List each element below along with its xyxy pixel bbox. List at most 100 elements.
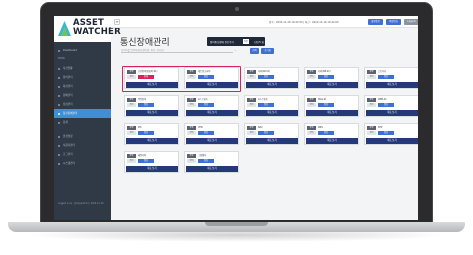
sidebar-item-label: 자산현황 — [63, 67, 73, 70]
card-status-row: 상태 정상 — [187, 159, 238, 163]
sidebar-item[interactable]: 장애관리 — [54, 91, 111, 100]
sidebar-item[interactable]: 사용자관리 — [54, 141, 111, 150]
sidebar-item[interactable]: 점검관리 — [54, 100, 111, 109]
card-status-row: 상태 정상 — [367, 103, 418, 107]
bullet-icon — [58, 144, 60, 147]
device-tag: 운영 — [307, 98, 316, 102]
bullet-icon — [58, 94, 60, 97]
sidebar-item[interactable]: 장비관리 — [54, 73, 111, 82]
card-header: 운영 WAS-01 — [307, 98, 358, 102]
status-label: 상태 — [247, 75, 256, 79]
device-card: 운영 NAC 상태 정상 재도보기 — [244, 123, 299, 145]
device-card: 운영 서버(AP-01) 상태 정상재도보기 — [244, 67, 299, 89]
sidebar-item-label: 장애관리 — [63, 94, 73, 97]
card-header: 운영 NAC — [247, 126, 298, 130]
sidebar-item[interactable]: 통신장애관리 — [54, 109, 111, 118]
card-header: 운영 서버(AP-01) — [247, 70, 298, 74]
search-input[interactable] — [121, 48, 233, 53]
card-status-row: 상태 정상 — [127, 131, 178, 135]
menu-toggle-icon[interactable]: ≡ — [114, 19, 120, 25]
top-button[interactable]: 회원정보 — [368, 19, 383, 25]
view-detail-button[interactable]: 재도보기 — [246, 138, 298, 144]
top-bar: ≡ 접속 : 2022-11-16 10:42:00 | 최근 : 2022-1… — [111, 16, 418, 28]
view-detail-button[interactable]: 재도보기 — [366, 138, 418, 144]
device-tag: 운영 — [187, 154, 196, 158]
device-name: NAC — [258, 126, 263, 129]
status-badge: 정상 — [258, 75, 274, 79]
device-name: WAS-01 — [318, 98, 327, 101]
device-card: 운영 그룹웨어 상태 정상 재도보기 — [184, 151, 239, 173]
status-badge: 정상 — [318, 103, 334, 107]
view-detail-button[interactable]: 재도보기 — [366, 82, 418, 88]
device-tag: 운영 — [127, 98, 136, 102]
sidebar-item[interactable]: 환경설정 — [54, 132, 111, 141]
status-label: 상태 — [187, 103, 196, 107]
bullet-icon — [58, 112, 60, 115]
detection-setting-label: 장비통신장애 판단주기 — [210, 40, 234, 44]
device-name: IPS — [138, 126, 142, 129]
view-detail-button[interactable]: 재도보기 — [366, 110, 418, 116]
reset-button[interactable]: 초기화 — [261, 48, 274, 54]
sidebar-item[interactable]: Dashboard — [54, 46, 111, 55]
card-status-row: 상태 정상 — [367, 75, 418, 79]
device-tag: 운영 — [307, 126, 316, 130]
device-tag: 운영 — [367, 126, 376, 130]
device-card: 운영 WAS-01 상태 정상 재도보기 — [304, 95, 359, 117]
bullet-icon — [58, 121, 60, 124]
card-header: 운영 L2 스위치 — [187, 98, 238, 102]
device-card: 운영 L4 스위치 상태 정상 재도보기 — [244, 95, 299, 117]
status-label: 상태 — [367, 75, 376, 79]
status-label: 상태 — [127, 103, 136, 107]
device-name: 백업장비 — [138, 98, 147, 101]
device-tag: 운영 — [187, 98, 196, 102]
bullet-icon — [58, 153, 60, 156]
view-detail-button[interactable]: 재도보기 — [306, 138, 358, 144]
device-name: L2 스위치 — [198, 98, 208, 101]
logo-line-2: WATCHER — [73, 27, 121, 37]
sidebar-item[interactable]: 통계 — [54, 118, 111, 127]
device-card: 운영 서버(DB-01) 상태 정상 재도보기 — [304, 67, 359, 89]
bullet-icon — [58, 76, 60, 79]
search-button[interactable]: 검색 — [250, 48, 259, 54]
status-badge: 정상 — [258, 131, 274, 135]
laptop-mockup: ASSET WATCHER MENU Dashboard 자산현황 장비관리 회선관리 장… — [0, 0, 473, 255]
device-tag: 운영 — [127, 154, 136, 158]
top-button[interactable]: 비밀번호 — [386, 19, 401, 25]
detection-interval-value[interactable]: 5분 — [243, 39, 249, 44]
view-detail-button[interactable]: 재도보기 — [246, 82, 298, 88]
view-detail-button[interactable]: 재도보기 — [186, 110, 238, 116]
top-button[interactable]: Logout — [404, 19, 418, 25]
sidebar-item[interactable]: 회선관리 — [54, 82, 111, 91]
sidebar-item-label: 점검관리 — [63, 103, 73, 106]
page-title: 통신장애관리 — [120, 38, 170, 48]
view-detail-button[interactable]: 재도보기 — [126, 138, 178, 144]
sidebar: ASSET WATCHER MENU Dashboard 자산현황 장비관리 회선관리 장… — [54, 16, 121, 220]
sidebar-item-label: 통계 — [63, 121, 68, 124]
card-status-row: 상태 정상 — [187, 103, 238, 107]
card-header: 운영 서버(DB-01) — [307, 70, 358, 74]
sidebar-item[interactable]: 자산현황 — [54, 64, 111, 73]
sidebar-item[interactable]: 시스템관리 — [54, 159, 111, 168]
device-card: 운영 백업장비 상태 정상 재도보기 — [124, 95, 179, 117]
view-detail-button[interactable]: 재도보기 — [126, 166, 178, 172]
status-badge: 정상 — [138, 131, 154, 135]
camera-icon — [235, 7, 239, 11]
view-detail-button[interactable]: 재도보기 — [126, 110, 178, 116]
status-label: 상태 — [187, 159, 196, 163]
device-tag: 운영 — [247, 126, 256, 130]
highlight-box — [122, 66, 241, 92]
search-option-chevron-icon[interactable]: ⌄ — [234, 48, 237, 52]
view-detail-button[interactable]: 재도보기 — [186, 138, 238, 144]
card-status-row: 상태 정상 — [307, 131, 358, 135]
view-detail-button[interactable]: 재도보기 — [306, 110, 358, 116]
sidebar-item[interactable]: 로그관리 — [54, 150, 111, 159]
view-detail-button[interactable]: 재도보기 — [246, 110, 298, 116]
logo[interactable]: ASSET WATCHER — [54, 16, 121, 42]
login-info: 접속 : 2022-11-16 10:42:00 | 최근 : 2022-11-… — [269, 21, 339, 24]
detection-setting-suffix: (초)/5 회 시도 — [254, 40, 270, 44]
device-name: 서버(AP-01) — [258, 70, 271, 73]
view-detail-button[interactable]: 재도보기 — [186, 166, 238, 172]
sidebar-item-label: Dashboard — [63, 49, 78, 52]
device-name: NTP — [378, 126, 383, 129]
view-detail-button[interactable]: 재도보기 — [306, 82, 358, 88]
